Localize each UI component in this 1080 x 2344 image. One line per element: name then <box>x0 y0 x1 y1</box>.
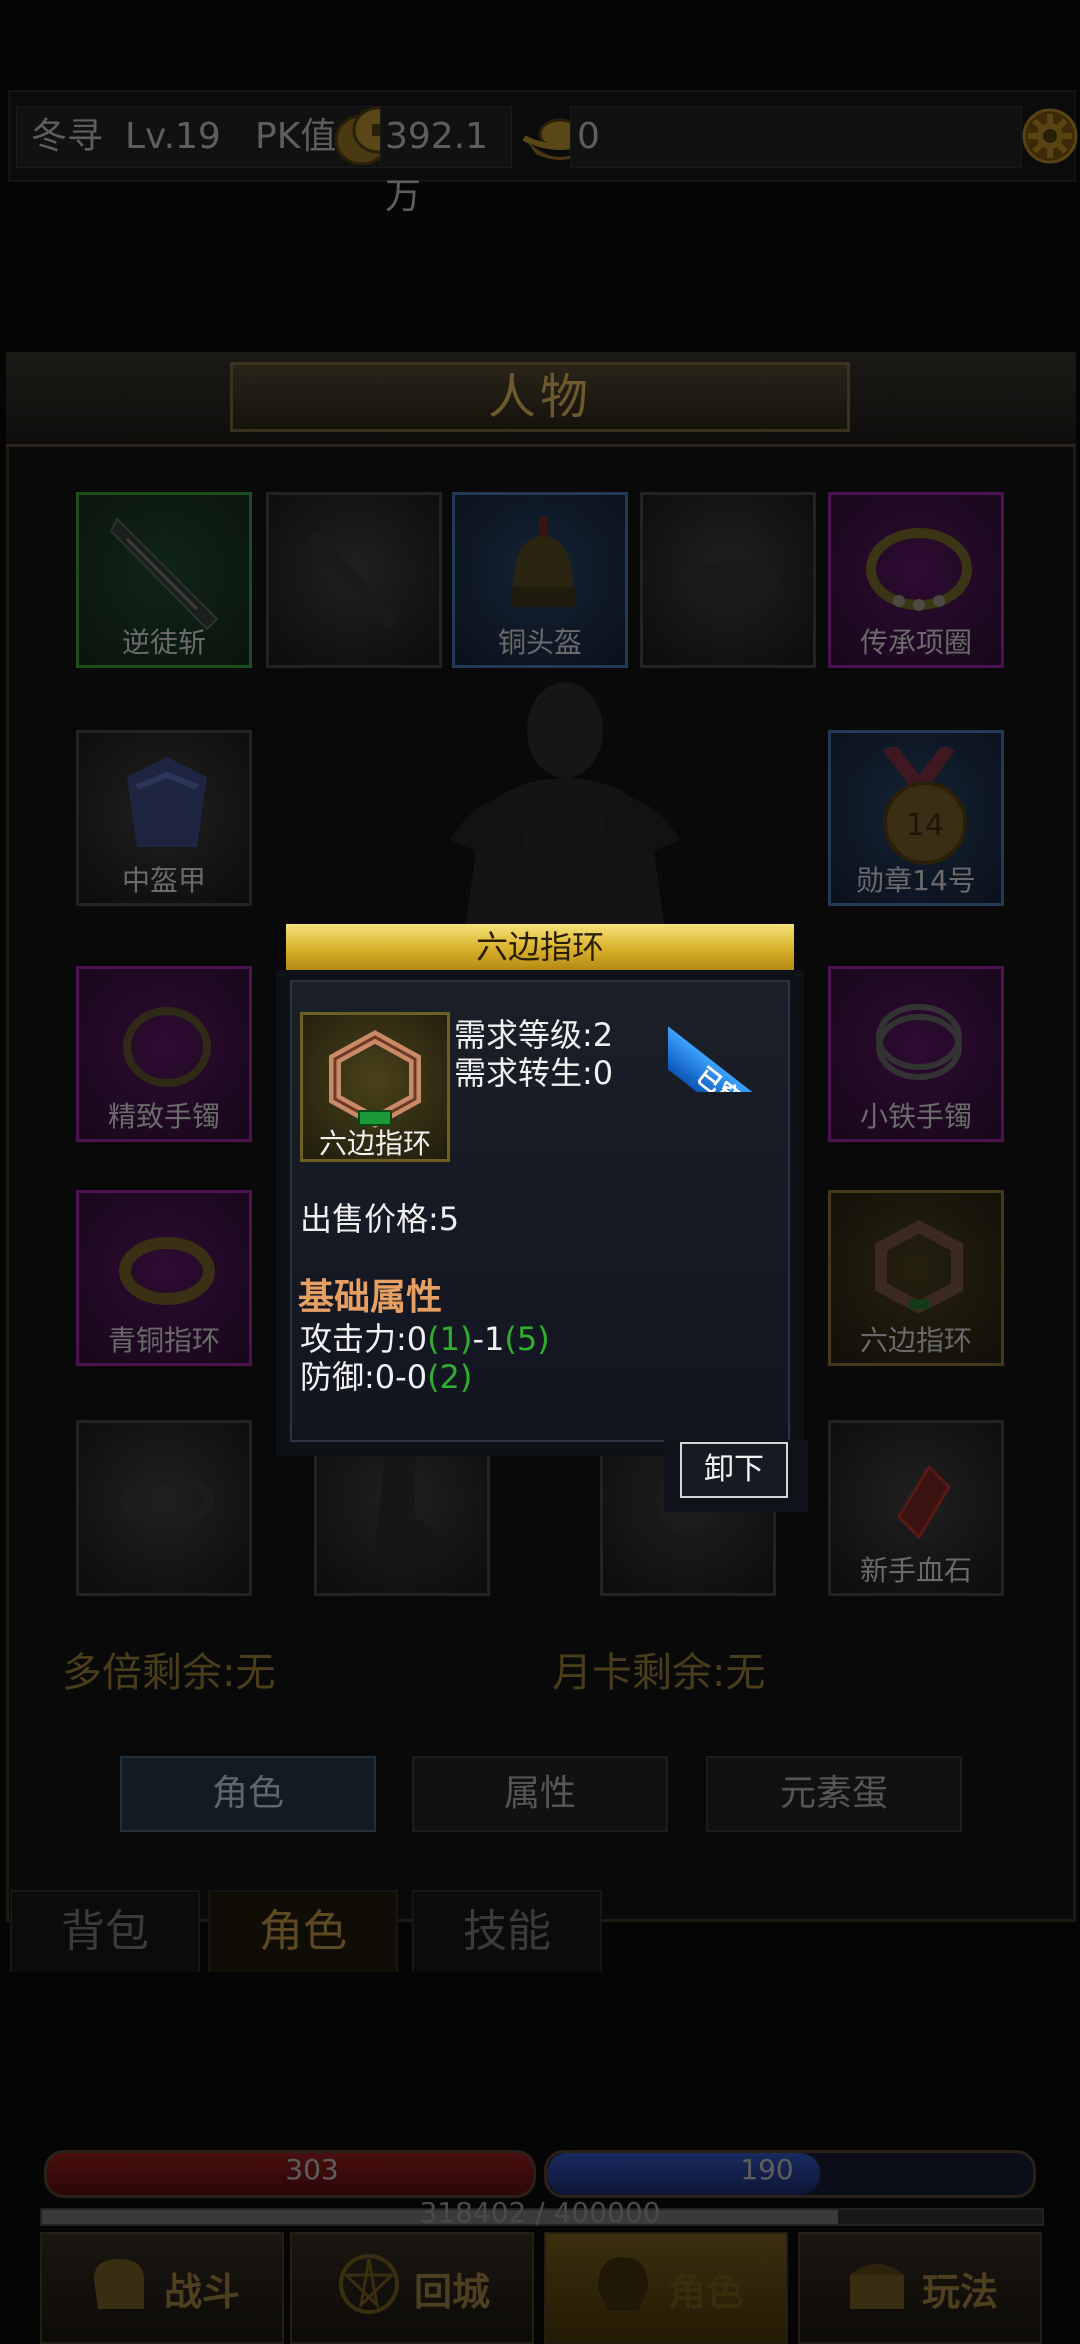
necklace-icon <box>866 528 972 611</box>
player-name: 冬寻 <box>31 116 104 157</box>
bracelet-icon <box>876 1004 962 1080</box>
armor-slot[interactable]: 中盔甲 <box>76 730 252 906</box>
helmet-slot[interactable]: 铜头盔 <box>452 492 628 668</box>
placeholder-ring-icon <box>120 1474 214 1528</box>
settings-gear-icon[interactable] <box>1020 106 1080 170</box>
weapon-slot[interactable]: 逆徒斩 <box>76 492 252 668</box>
gold-field: 392.1万 <box>380 106 512 217</box>
tab-backpack[interactable]: 背包 <box>10 1890 200 1972</box>
blood-stone-icon <box>897 1464 951 1540</box>
defense-stat: 防御:0-0(2) <box>300 1352 472 1398</box>
hp-value: 303 <box>285 2153 339 2186</box>
ring-icon <box>119 1237 215 1305</box>
gem-slot[interactable]: 新手血石 <box>828 1420 1004 1596</box>
subtab-character[interactable]: 角色 <box>120 1756 376 1832</box>
attack-max: -1 <box>472 1320 505 1358</box>
bracelet-right-slot[interactable]: 小铁手镯 <box>828 966 1004 1142</box>
helmet-icon <box>588 2249 658 2328</box>
armor-name: 中盔甲 <box>121 864 206 897</box>
ring-right-name: 六边指环 <box>859 1324 972 1357</box>
defense-base: 防御:0-0 <box>300 1358 428 1396</box>
ring-left-slot[interactable]: 青铜指环 <box>76 1190 252 1366</box>
medal-name: 勋章14号 <box>856 864 976 897</box>
bracelet-left-slot[interactable]: 精致手镯 <box>76 966 252 1142</box>
mp-value: 190 <box>740 2153 794 2186</box>
subtab-attributes[interactable]: 属性 <box>412 1756 668 1832</box>
gold-amount: 392.1万 <box>385 116 489 217</box>
pentagram-icon <box>334 2249 404 2328</box>
nav-return-city-label: 回城 <box>413 2269 490 2314</box>
weapon-name: 逆徒斩 <box>121 626 206 659</box>
equipped-badge-text: 已穿戴 <box>668 1020 788 1092</box>
monthly-card-remaining: 月卡剩余:无 <box>552 1650 766 1696</box>
empty-slot[interactable] <box>640 492 816 668</box>
ring-left-name: 青铜指环 <box>107 1324 220 1357</box>
placeholder-hat-icon <box>681 561 781 597</box>
gem-name: 新手血石 <box>859 1554 972 1587</box>
nav-gameplay-button[interactable]: 玩法 <box>798 2232 1042 2344</box>
required-rebirth: 需求转生:0 <box>454 1054 614 1092</box>
exp-value: 318402 / 400000 <box>419 2196 661 2229</box>
top-status-bar: 冬寻 Lv.19 PK值:0 392.1万 0 <box>8 90 1078 217</box>
medal-icon: 14 <box>883 747 967 865</box>
item-icon-label: 六边指环 <box>318 1127 431 1160</box>
defense-bonus: (2) <box>427 1358 473 1396</box>
subtab-element-egg[interactable]: 元素蛋 <box>706 1756 962 1832</box>
unequip-button[interactable]: 卸下 <box>680 1442 788 1498</box>
nav-character-button[interactable]: 角色 <box>544 2232 788 2344</box>
sell-price: 出售价格:5 <box>300 1200 460 1238</box>
panel-title: 人物 <box>487 369 592 425</box>
nav-gameplay-label: 玩法 <box>921 2269 998 2314</box>
equipped-badge: 已穿戴 <box>668 982 788 1092</box>
tab-skills[interactable]: 技能 <box>412 1890 602 1972</box>
nav-battle-label: 战斗 <box>163 2269 240 2314</box>
empty-slot[interactable] <box>266 492 442 668</box>
bracelet-icon <box>123 1007 211 1087</box>
helmet-name: 铜头盔 <box>497 626 582 659</box>
item-tooltip-title: 六边指环 <box>475 928 604 966</box>
ring-right-slot[interactable]: 六边指环 <box>828 1190 1004 1366</box>
necklace-slot[interactable]: 传承项圈 <box>828 492 1004 668</box>
hexagon-ring-icon <box>875 1220 963 1314</box>
placeholder-boots-icon <box>375 1447 445 1557</box>
ingot-field: 0 <box>570 106 1022 168</box>
attack-bonus-max: (5) <box>504 1320 550 1358</box>
empty-slot[interactable] <box>76 1420 252 1596</box>
necklace-name: 传承项圈 <box>859 626 972 659</box>
treasure-chest-icon <box>842 2249 912 2328</box>
nav-character-label: 角色 <box>667 2269 744 2314</box>
placeholder-weapon-icon <box>307 529 397 629</box>
ingot-amount: 0 <box>577 116 600 157</box>
armor-icon <box>127 757 207 847</box>
medal-slot[interactable]: 14 勋章14号 <box>828 730 1004 906</box>
bracelet-right-name: 小铁手镯 <box>859 1100 972 1133</box>
helmet-icon <box>511 517 575 607</box>
sword-icon <box>109 517 219 631</box>
nav-return-city-button[interactable]: 回城 <box>290 2232 534 2344</box>
tab-character[interactable]: 角色 <box>208 1890 398 1972</box>
fist-icon <box>84 2249 154 2328</box>
nav-battle-button[interactable]: 战斗 <box>40 2232 284 2344</box>
player-level: Lv.19 <box>125 116 221 157</box>
bracelet-left-name: 精致手镯 <box>107 1100 220 1133</box>
base-attributes-heading: 基础属性 <box>298 1277 443 1318</box>
svg-text:14: 14 <box>906 808 944 843</box>
multi-remaining: 多倍剩余:无 <box>62 1650 276 1696</box>
